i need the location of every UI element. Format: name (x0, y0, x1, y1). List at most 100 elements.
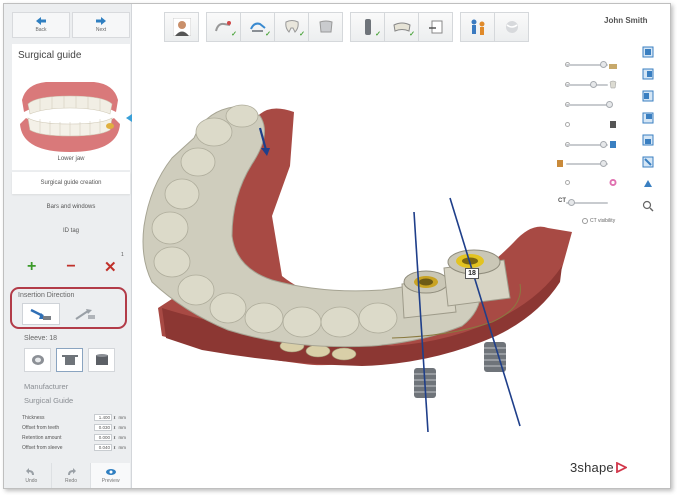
undo-label: Undo (25, 478, 38, 484)
slider-track[interactable] (566, 84, 608, 86)
insertion-arrow-icon (30, 308, 51, 320)
globe-icon (505, 21, 518, 33)
toolbar-finish[interactable] (494, 12, 529, 42)
slider-guide[interactable] (556, 60, 617, 70)
toolbar-patient[interactable] (164, 12, 199, 42)
param-unit: mm (118, 435, 127, 440)
manufacturer-label: Manufacturer (24, 382, 69, 391)
delete-button[interactable]: ✕ (98, 255, 122, 279)
add-button[interactable]: + (20, 255, 44, 279)
slider-knob[interactable] (606, 101, 613, 108)
undo-button[interactable]: Undo (12, 463, 52, 488)
param-name: Offset from sleeve (22, 444, 63, 451)
brand-logo: 3shape (570, 460, 627, 475)
view-top-icon[interactable] (642, 134, 654, 146)
slider-scan[interactable] (556, 100, 616, 110)
toolbar-model[interactable] (308, 12, 343, 42)
param-unit: mm (118, 445, 127, 450)
sleeve-top-icon (31, 355, 44, 365)
tooth-icon (284, 20, 299, 33)
sleeve-label: Sleeve: 18 (24, 335, 58, 342)
view-front-icon[interactable] (642, 46, 654, 58)
sleeve-view-top-button[interactable] (24, 348, 51, 372)
jaw-thumbnail[interactable] (16, 74, 124, 156)
toolbar-implant[interactable]: ✓ (350, 12, 385, 42)
ct-visibility-label: CT visibility (590, 218, 616, 224)
slider-knob[interactable] (600, 141, 607, 148)
param-value-input[interactable]: 0.040 (94, 444, 112, 451)
redo-label: Redo (65, 478, 77, 484)
slider-implant[interactable] (556, 140, 616, 150)
param-value-input[interactable]: 0.000 (94, 434, 112, 441)
param-offset-teeth: Offset from teeth 0.030 ⬍ mm (22, 423, 126, 432)
sleeve-view-cylinder-button[interactable] (88, 348, 115, 372)
implant-layer-icon (610, 141, 616, 148)
insertion-direction-reset-button[interactable] (66, 303, 104, 325)
param-unit: mm (118, 425, 127, 430)
sleeve-side-icon (61, 355, 78, 365)
view-back-icon[interactable] (642, 68, 654, 80)
left-panel: Back Next Surgical guide Lower jaw Surgi… (4, 4, 132, 488)
jaw-label: Lower jaw (57, 156, 85, 162)
param-value-input[interactable]: 1.400 (94, 414, 112, 421)
sleeve-view-side-button[interactable] (56, 348, 83, 372)
toolbar-guide[interactable]: ✓ (384, 12, 419, 42)
user-name[interactable]: John Smith (604, 16, 648, 25)
preview-button[interactable]: Preview (91, 463, 131, 488)
radio-button[interactable] (565, 180, 570, 185)
slider-track[interactable] (566, 104, 608, 106)
redo-button[interactable]: Redo (52, 463, 92, 488)
toolbar-export[interactable] (418, 12, 453, 42)
step-id-tag[interactable]: ID tag (12, 220, 130, 242)
action-count: 1 (121, 252, 124, 258)
view-right-icon[interactable] (642, 112, 654, 124)
slider-color[interactable] (556, 178, 617, 188)
guide-layer-icon (609, 64, 617, 69)
toolbar-import-scan[interactable]: ✓ (206, 12, 241, 42)
toolbar-send[interactable] (460, 12, 495, 42)
param-unit: mm (118, 415, 127, 420)
next-button[interactable]: Next (72, 12, 130, 38)
slider-knob[interactable] (600, 61, 607, 68)
radio-button[interactable] (565, 122, 570, 127)
completed-check-icon: ✓ (409, 31, 415, 38)
action-bar: + − ✕ (12, 254, 130, 280)
nav-bar: Back Next (12, 12, 130, 38)
zoom-fit-icon[interactable] (642, 200, 654, 212)
slider-knob[interactable] (568, 199, 575, 206)
view-icons-column (642, 46, 660, 222)
param-value-input[interactable]: 0.030 (94, 424, 112, 431)
toolbar-tooth[interactable]: ✓ (274, 12, 309, 42)
manufacturer-value[interactable]: Surgical Guide (24, 396, 73, 405)
param-name: Thickness (22, 414, 45, 421)
panel-title: Surgical guide (18, 50, 82, 61)
undo-icon (26, 468, 35, 475)
toolbar-align[interactable]: ✓ (240, 12, 275, 42)
slider-sleeve[interactable] (556, 120, 616, 130)
slider-ct[interactable]: CT (556, 198, 616, 208)
arrow-left-icon (36, 17, 46, 25)
completed-check-icon: ✓ (231, 31, 237, 38)
implant-tag-label[interactable]: 18 (465, 268, 479, 279)
slider-nerve[interactable] (556, 159, 616, 169)
slider-knob[interactable] (600, 160, 607, 167)
completed-check-icon: ✓ (265, 31, 271, 38)
3d-viewport[interactable] (132, 46, 602, 466)
view-bottom-icon[interactable] (642, 156, 654, 168)
view-left-icon[interactable] (642, 90, 654, 102)
patient-avatar-icon (172, 18, 191, 36)
insertion-direction-label: Insertion Direction (18, 292, 75, 299)
remove-button[interactable]: − (59, 255, 83, 279)
export-icon (428, 20, 442, 34)
slider-teeth[interactable] (556, 80, 617, 90)
insertion-reset-icon (75, 309, 95, 320)
insertion-direction-set-button[interactable] (22, 303, 60, 325)
view-3d-icon[interactable] (642, 178, 654, 190)
ct-visibility-toggle[interactable]: CT visibility (582, 218, 615, 224)
step-surgical-guide-creation[interactable]: Surgical guide creation (12, 172, 130, 194)
slider-knob[interactable] (590, 81, 597, 88)
back-button[interactable]: Back (12, 12, 70, 38)
preview-label: Preview (101, 478, 120, 484)
nerve-layer-icon (557, 160, 563, 167)
step-bars-and-windows[interactable]: Bars and windows (12, 196, 130, 218)
